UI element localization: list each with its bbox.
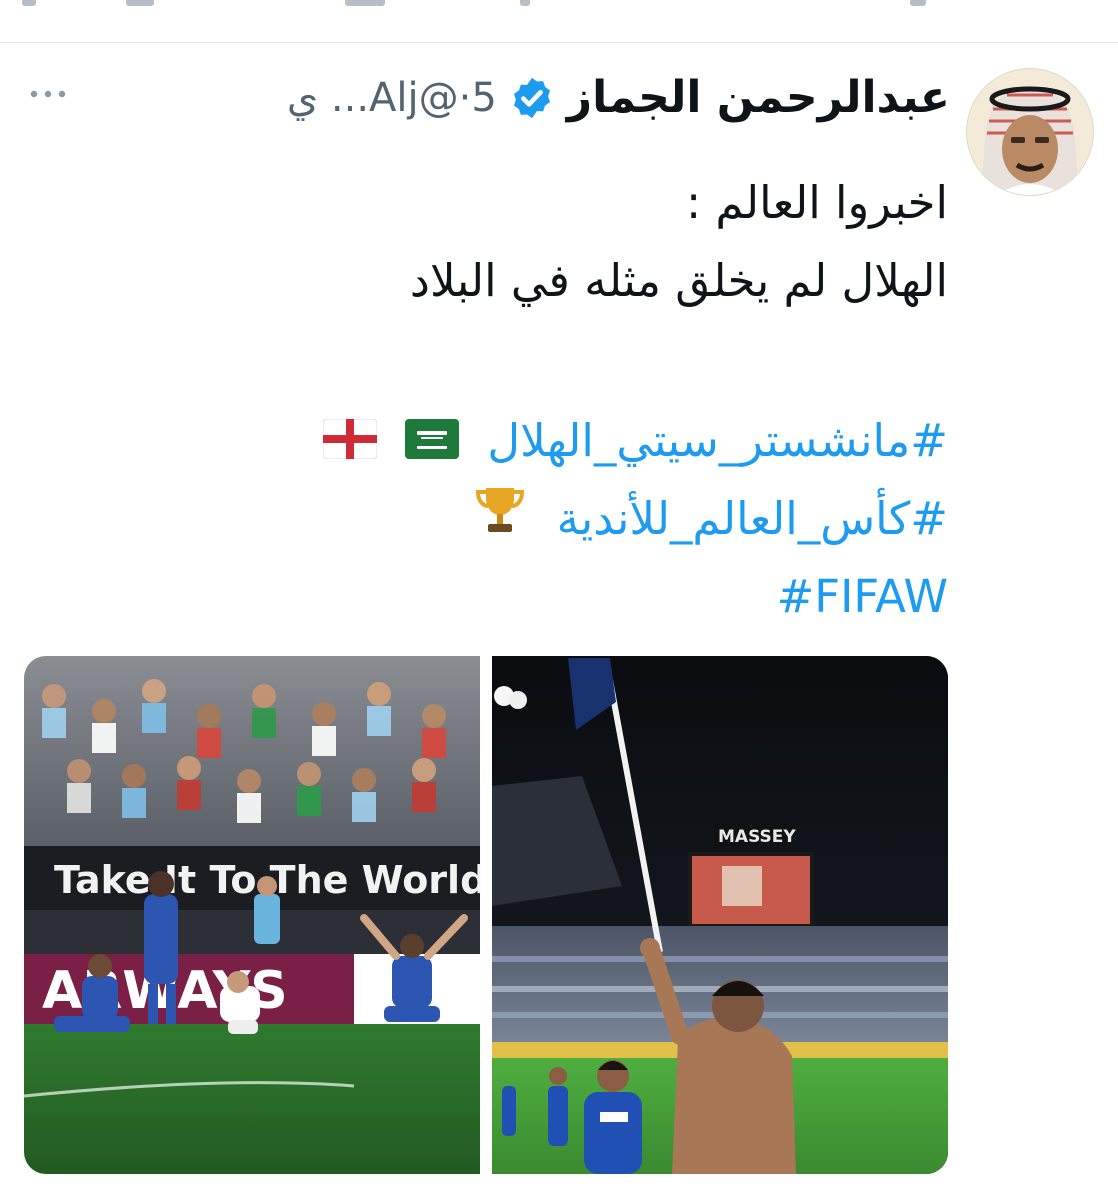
scoreboard-sponsor-text: MASSEY <box>718 827 796 847</box>
media-photo-left[interactable]: Take It To The World ARWAYS <box>24 656 480 1174</box>
trophy-emoji <box>472 482 528 562</box>
tweet-text-line: الهلال لم يخلق مثله في البلاد <box>409 254 948 307</box>
media-grid: Take It To The World ARWAYS MASSEY <box>24 656 948 1174</box>
hashtag-link[interactable]: #FIFAW <box>777 570 948 623</box>
bookmark-icon[interactable] <box>126 0 154 6</box>
verified-badge-icon <box>513 77 550 118</box>
more-options-icon[interactable] <box>28 84 68 104</box>
tweet-header: عبدالرحمن الجماز 5·@Alj... ي <box>287 72 950 123</box>
top-action-bar <box>0 0 1118 43</box>
hashtag-link[interactable]: #كأس_العالم_للأندية <box>557 492 948 545</box>
hashtag-link[interactable]: #مانشستر_سيتي_الهلال <box>487 414 948 467</box>
retweet-icon[interactable] <box>910 0 926 6</box>
media-photo-right[interactable]: MASSEY <box>492 656 948 1174</box>
player-figure <box>548 1067 568 1146</box>
views-icon[interactable] <box>345 0 385 6</box>
handle-and-time[interactable]: 5·@Alj... ي <box>287 75 497 121</box>
display-name[interactable]: عبدالرحمن الجماز <box>567 72 950 123</box>
tweet[interactable]: عبدالرحمن الجماز 5·@Alj... ي اخبروا العا… <box>0 44 1118 1200</box>
reply-icon[interactable] <box>22 0 36 6</box>
avatar[interactable] <box>966 68 1094 196</box>
photographer-figure <box>254 876 280 944</box>
england-flag-emoji <box>322 405 378 483</box>
tweet-text-line: اخبروا العالم : <box>685 176 948 229</box>
player-figure <box>502 1086 516 1136</box>
tweet-text: اخبروا العالم : الهلال لم يخلق مثله في ا… <box>68 164 948 636</box>
avatar-portrait <box>967 69 1093 195</box>
like-icon[interactable] <box>520 0 530 6</box>
saudi-flag-emoji <box>405 405 460 483</box>
